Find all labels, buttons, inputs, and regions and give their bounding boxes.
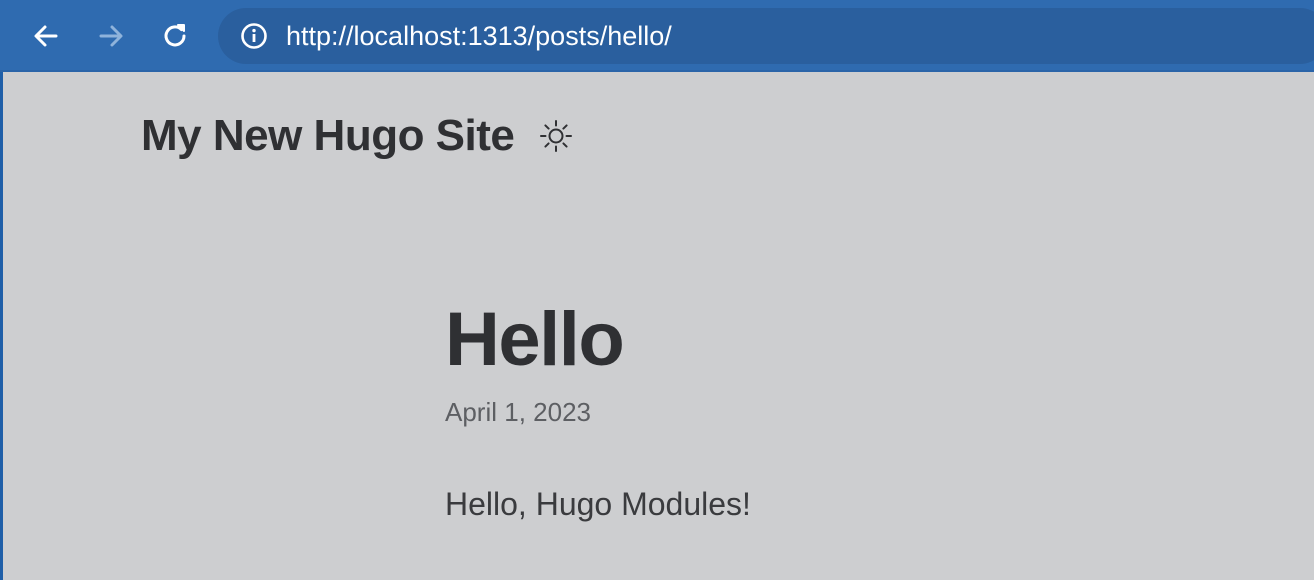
forward-arrow-icon xyxy=(99,25,123,47)
theme-toggle-button[interactable] xyxy=(536,116,576,156)
back-arrow-icon xyxy=(34,25,58,47)
sun-icon xyxy=(540,120,573,152)
browser-toolbar: http://localhost:1313/posts/hello/ xyxy=(0,0,1314,72)
reload-icon xyxy=(164,24,186,47)
back-button[interactable] xyxy=(26,16,66,56)
post-body: Hello, Hugo Modules! xyxy=(445,486,751,522)
post-title: Hello xyxy=(445,297,625,382)
forward-button[interactable] xyxy=(91,16,131,56)
site-header: My New Hugo Site xyxy=(141,108,576,164)
info-icon[interactable] xyxy=(240,22,268,50)
window-edge xyxy=(0,72,3,580)
post-article: Hello April 1, 2023 Hello, Hugo Modules! xyxy=(445,292,751,558)
url-text[interactable]: http://localhost:1313/posts/hello/ xyxy=(286,21,672,51)
reload-button[interactable] xyxy=(155,16,195,56)
site-title-link[interactable]: My New Hugo Site xyxy=(141,111,515,161)
address-bar[interactable]: http://localhost:1313/posts/hello/ xyxy=(218,8,1314,64)
post-date: April 1, 2023 xyxy=(445,397,591,427)
